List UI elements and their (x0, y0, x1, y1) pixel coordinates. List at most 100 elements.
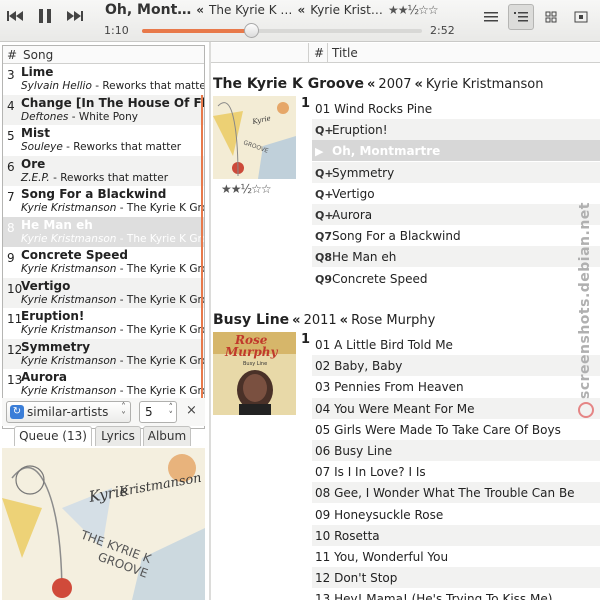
pause-button[interactable] (34, 5, 56, 27)
queue-row[interactable]: 10 Vertigo Kyrie Kristmanson - The Kyrie K… (3, 277, 204, 308)
view-album-list-button[interactable] (508, 4, 534, 30)
album-list-view-icon (514, 12, 528, 22)
track-row[interactable]: 09 Honeysuckle Rose (312, 504, 600, 525)
queue-row[interactable]: 13 Aurora Kyrie Kristmanson - The Kyrie K … (3, 369, 204, 400)
view-filesystem-button[interactable] (568, 4, 594, 30)
queue-row-num: 7 (7, 190, 15, 204)
track-title: 02 Baby, Baby (315, 359, 403, 374)
track-title: 08 Gee, I Wonder What The Trouble Can Be (315, 486, 575, 501)
queue-row-subtitle: Sylvain Hellio - Reworks that matter (21, 80, 204, 92)
queue-row-num: 11 (7, 312, 23, 326)
previous-track-button[interactable] (4, 5, 26, 27)
queue-row[interactable]: 7 Song For a Blackwind Kyrie Kristmanson -… (3, 186, 204, 217)
library-col-num[interactable]: # (314, 46, 324, 60)
queue-row-num: 12 (7, 342, 23, 357)
view-grid-button[interactable] (538, 4, 564, 30)
queue-count-value: 5 (145, 405, 153, 419)
album-rating[interactable]: ★★½☆☆ (221, 182, 272, 196)
queue-rows: 3 Lime Sylvain Hellio - Reworks that matte… (3, 64, 204, 400)
queue-row[interactable]: 9 Concrete Speed Kyrie Kristmanson - The K… (3, 247, 204, 278)
next-track-button[interactable] (64, 5, 86, 27)
queue-row[interactable]: 4 Change [In The House Of Flies]Deftones … (3, 94, 204, 125)
queue-row[interactable]: 12 Symmetry Kyrie Kristmanson - The Kyrie … (3, 338, 204, 369)
track-row[interactable]: Q9Concrete Speed (312, 268, 600, 289)
track-title: Concrete Speed (332, 271, 428, 286)
queue-mode-combo[interactable]: ↻ similar-artists ˄ ˅ (6, 401, 131, 423)
album-header-kyrie-k-groove[interactable]: The Kyrie K Groove «2007 «Kyrie Kristmanso… (213, 76, 543, 92)
queued-icon: Q+ (315, 209, 334, 222)
track-row[interactable]: 12 Don't Stop (312, 567, 600, 589)
track-row[interactable]: 04 You Were Meant For Me (312, 397, 600, 419)
queue-row[interactable]: 8 He Man eh Kyrie Kristmanson - The Kyrie … (3, 216, 204, 247)
album-header-busy-line[interactable]: Busy Line «2011 «Rose Murphy (213, 312, 435, 328)
time-total: 2:52 (430, 24, 455, 37)
now-playing-artist: Kyrie Krist… (310, 3, 383, 17)
queue-row-album: Reworks that matter (60, 171, 169, 184)
track-title: 04 You Were Meant For Me (315, 401, 475, 416)
queue-row[interactable]: 3 Lime Sylvain Hellio - Reworks that matte… (3, 64, 204, 95)
queue-row-title: Lime (21, 65, 54, 79)
queue-row[interactable]: 11 Eruption! Kyrie Kristmanson - The Kyrie… (3, 308, 204, 339)
tab-lyrics[interactable]: Lyrics (95, 426, 141, 446)
previous-icon (7, 11, 23, 21)
queue-row-album: Reworks that matter (73, 141, 182, 153)
queue-row-subtitle: Kyrie Kristmanson - The Kyrie K Groove (21, 233, 204, 245)
cover-art-image: Rose Murphy Busy Line (213, 332, 296, 415)
track-row[interactable]: Q7Song For a Blackwind (312, 225, 600, 246)
queue-row-subtitle: Kyrie Kristmanson - The Kyrie K Groove (21, 202, 204, 214)
track-row[interactable]: 08 Gee, I Wonder What The Trouble Can Be (312, 482, 600, 504)
spinner-arrows-icon[interactable]: ˄ ˅ (169, 404, 174, 421)
tab-queue[interactable]: Queue (13) (14, 426, 92, 446)
queue-count-spinner[interactable]: 5 ˄ ˅ (139, 401, 177, 423)
toolbar: Oh, Mont… « The Kyrie K … « Kyrie Krist… ★★½… (0, 0, 600, 42)
track-row[interactable]: Q+Symmetry (312, 161, 600, 183)
track-row[interactable]: Q+Aurora (312, 204, 600, 225)
queue-col-song[interactable]: Song (23, 48, 53, 62)
track-row[interactable]: 03 Pennies From Heaven (312, 376, 600, 397)
track-row[interactable]: Q+Vertigo (312, 183, 600, 204)
album-year: 2011 (303, 313, 337, 328)
separator: « (367, 77, 376, 92)
library-col-title[interactable]: Title (332, 46, 358, 60)
disc-number: 1 (301, 96, 311, 111)
queue-row-num: 8 (7, 220, 15, 235)
seek-bar[interactable] (142, 23, 422, 38)
now-playing-rating[interactable]: ★★½☆☆ (388, 3, 439, 17)
track-row[interactable]: 02 Baby, Baby (312, 355, 600, 377)
track-row[interactable]: 01 Wind Rocks Pine (312, 98, 600, 119)
filesystem-view-icon (574, 11, 588, 23)
clear-queue-button[interactable]: × (186, 403, 197, 418)
track-row[interactable]: Q8He Man eh (312, 246, 600, 268)
track-row[interactable]: Q+Eruption! (312, 119, 600, 141)
now-playing-info: Oh, Mont… « The Kyrie K … « Kyrie Krist… (105, 2, 435, 20)
queue-list[interactable]: # Song 3 Lime Sylvain Hellio - Reworks tha… (2, 45, 205, 429)
track-title: Vertigo (332, 186, 375, 201)
left-pane: # Song 3 Lime Sylvain Hellio - Reworks tha… (0, 43, 209, 600)
queue-mode-value: similar-artists (27, 405, 109, 419)
track-row[interactable]: 11 You, Wonderful You (312, 546, 600, 567)
track-row[interactable]: 10 Rosetta (312, 524, 600, 546)
track-row[interactable]: 05 Girls Were Made To Take Care Of Boys (312, 419, 600, 440)
track-row[interactable]: 07 Is I In Love? I Is (312, 461, 600, 482)
queue-row-num: 3 (7, 68, 15, 82)
now-playing-album: The Kyrie K … (209, 3, 293, 17)
view-list-button[interactable] (478, 4, 504, 30)
playing-icon: ▶ (315, 145, 324, 159)
track-row[interactable]: 01 A Little Bird Told Me (312, 334, 600, 355)
queue-row-title: He Man eh (21, 217, 93, 232)
queue-row[interactable]: 6 Ore Z.E.P. - Reworks that matter (3, 155, 204, 186)
header-divider (327, 43, 328, 63)
track-row[interactable]: 13 Hey! Mama! (He's Trying To Kiss Me) (312, 588, 600, 600)
tab-album[interactable]: Album (143, 426, 191, 446)
queue-controls: ↻ similar-artists ˄ ˅ 5 ˄ ˅ × (2, 398, 205, 426)
queue-row-artist: Kyrie Kristmanson (21, 293, 117, 306)
queue-col-num[interactable]: # (7, 48, 17, 62)
seek-knob[interactable] (244, 23, 260, 38)
track-title: 03 Pennies From Heaven (315, 380, 464, 395)
queue-row[interactable]: 5 Mist Souleye - Reworks that matter (3, 125, 204, 156)
queue-row-title: Ore (21, 156, 46, 171)
separator: « (414, 77, 423, 92)
track-row[interactable]: ▶ Oh, Montmartre (312, 140, 600, 162)
cover-text-busy-line: Busy Line (243, 361, 267, 367)
track-row[interactable]: 06 Busy Line (312, 440, 600, 461)
